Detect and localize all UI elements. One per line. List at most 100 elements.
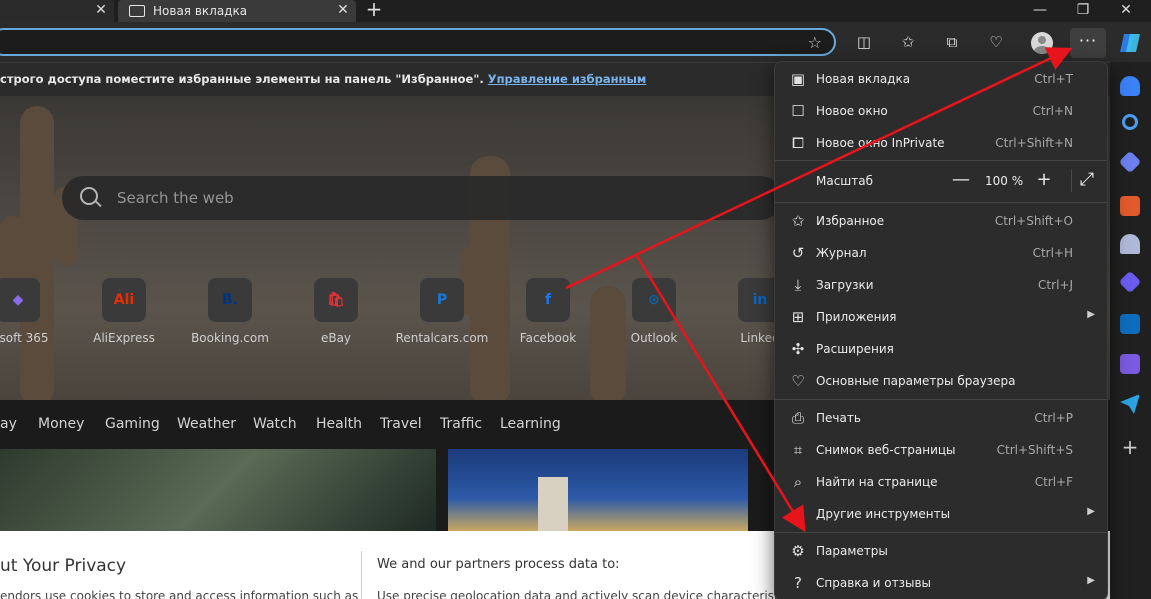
favorites-bar-hint: строго доступа поместите избранные элеме… — [0, 72, 484, 86]
news-tab-weather[interactable]: Weather — [177, 416, 236, 432]
tab-new-tab[interactable]: Новая вкладка ✕ — [118, 0, 356, 22]
submenu-chevron-icon: ▶ — [1087, 506, 1095, 517]
screenshot-icon: ⌗ — [793, 441, 803, 459]
edge-sidebar: + — [1110, 62, 1151, 599]
quick-link-aliexpress[interactable]: Ali AliExpress — [74, 278, 174, 345]
menu-item-find-on-page[interactable]: ⌕ Найти на странице Ctrl+F — [775, 466, 1107, 498]
quick-link-label: Rentalcars.com — [395, 331, 489, 345]
games-icon[interactable] — [1120, 234, 1140, 254]
news-tab-watch[interactable]: Watch — [253, 416, 297, 432]
news-tab-money[interactable]: Money — [38, 416, 84, 432]
close-tab-icon[interactable]: ✕ — [336, 2, 350, 18]
submenu-chevron-icon: ▶ — [1087, 309, 1095, 320]
manage-favorites-link[interactable]: Управление избранным — [488, 72, 647, 86]
search-icon[interactable] — [1122, 114, 1138, 130]
quick-link-rentalcars[interactable]: P Rentalcars.com — [392, 278, 492, 345]
quick-link-label: eBay — [320, 331, 352, 345]
toolbar: ☆ ◫ ✩ ⧉ ♡ ··· — [0, 22, 1151, 62]
quick-link-label: Facebook — [519, 331, 577, 345]
new-tab-icon: ▣ — [790, 70, 806, 88]
more-tools-icon — [789, 505, 807, 523]
quick-link-booking[interactable]: B. Booking.com — [180, 278, 280, 345]
profile-avatar[interactable] — [1031, 32, 1053, 54]
menu-item-web-capture[interactable]: ⌗ Снимок веб-страницы Ctrl+Shift+S — [775, 434, 1107, 466]
ebay-icon: 🛍 — [314, 278, 358, 322]
search-placeholder: Search the web — [117, 189, 234, 207]
microsoft365-icon: ◆ — [0, 278, 40, 322]
print-icon: ⎙ — [791, 409, 804, 427]
quick-link-label: Outlook — [630, 331, 678, 345]
split-screen-icon[interactable]: ◫ — [853, 31, 875, 53]
news-card[interactable] — [0, 449, 436, 531]
browser-essentials-icon[interactable]: ♡ — [985, 31, 1007, 53]
outlook-icon: ⊙ — [632, 278, 676, 322]
news-tab-travel[interactable]: Travel — [380, 416, 422, 432]
menu-item-help-and-feedback[interactable]: ? Справка и отзывы ▶ — [775, 567, 1107, 599]
collections-icon[interactable]: ⧉ — [941, 31, 963, 53]
tab-favicon-icon — [129, 5, 145, 17]
help-icon: ? — [794, 574, 802, 592]
new-tab-button[interactable]: + — [364, 0, 384, 20]
news-card[interactable] — [448, 449, 748, 531]
web-search-box[interactable]: Search the web — [62, 176, 782, 220]
quick-link-ebay[interactable]: 🛍 eBay — [286, 278, 386, 345]
shopping-tag-icon[interactable] — [1118, 150, 1142, 174]
facebook-icon: f — [526, 278, 570, 322]
menu-item-new-inprivate-window[interactable]: ⧠ Новое окно InPrivate Ctrl+Shift+N — [775, 127, 1107, 159]
quick-link-microsoft365[interactable]: ◆ rosoft 365 — [0, 278, 68, 345]
privacy-title: ut Your Privacy — [0, 556, 127, 576]
browser-essentials-icon: ♡ — [791, 372, 805, 390]
tab-previous[interactable]: ✕ — [0, 0, 114, 22]
add-favorite-star-icon[interactable]: ☆ — [808, 33, 822, 52]
tools-icon[interactable] — [1120, 196, 1140, 216]
news-tab-traffic[interactable]: Traffic — [440, 416, 482, 432]
booking-icon: B. — [208, 278, 252, 322]
menu-item-downloads[interactable]: ⤓ Загрузки Ctrl+J — [775, 269, 1107, 301]
menu-item-print[interactable]: ⎙ Печать Ctrl+P — [775, 402, 1107, 434]
new-window-icon: ☐ — [791, 102, 805, 120]
apps-icon: ⊞ — [791, 308, 805, 326]
news-tab-learning[interactable]: Learning — [500, 416, 561, 432]
settings-and-more-button[interactable]: ··· — [1070, 28, 1106, 58]
quick-link-label: Booking.com — [191, 331, 269, 345]
tab-title: Новая вкладка — [153, 4, 248, 18]
zoom-in-button[interactable]: + — [1031, 169, 1057, 193]
add-sidebar-app-icon[interactable]: + — [1120, 437, 1140, 458]
quick-link-facebook[interactable]: f Facebook — [498, 278, 598, 345]
maximize-button[interactable]: ❐ — [1069, 0, 1097, 20]
quick-link-outlook[interactable]: ⊙ Outlook — [604, 278, 704, 345]
zoom-level: 100 % — [985, 174, 1024, 188]
news-tab-gaming[interactable]: Gaming — [105, 416, 160, 432]
zoom-out-button[interactable]: — — [948, 169, 974, 193]
menu-item-apps[interactable]: ⊞ Приложения ▶ — [775, 301, 1107, 333]
close-window-button[interactable]: ✕ — [1112, 0, 1140, 20]
favorites-icon: ✩ — [791, 212, 805, 230]
menu-item-new-tab[interactable]: ▣ Новая вкладка Ctrl+T — [775, 63, 1107, 95]
favorites-icon[interactable]: ✩ — [897, 31, 919, 53]
news-tab-health[interactable]: Health — [316, 416, 362, 432]
privacy-purposes-text: Use precise geolocation data and activel… — [377, 589, 795, 599]
submenu-chevron-icon: ▶ — [1087, 575, 1095, 586]
close-tab-icon[interactable]: ✕ — [94, 2, 108, 18]
aliexpress-icon: Ali — [102, 278, 146, 322]
copilot-icon[interactable] — [1118, 30, 1144, 56]
menu-item-favorites[interactable]: ✩ Избранное Ctrl+Shift+O — [775, 205, 1107, 237]
privacy-text: endors use cookies to store and access i… — [0, 589, 359, 599]
outlook-icon[interactable] — [1120, 314, 1140, 334]
extensions-icon: ✣ — [791, 340, 805, 358]
notifications-bell-icon[interactable] — [1120, 76, 1140, 96]
drop-send-icon[interactable] — [1120, 394, 1140, 414]
menu-item-new-window[interactable]: ☐ Новое окно Ctrl+N — [775, 95, 1107, 127]
microsoft365-icon[interactable] — [1118, 270, 1142, 294]
menu-item-extensions[interactable]: ✣ Расширения — [775, 333, 1107, 365]
designer-icon[interactable] — [1120, 354, 1140, 374]
menu-item-history[interactable]: ↺ Журнал Ctrl+H — [775, 237, 1107, 269]
menu-item-browser-essentials[interactable]: ♡ Основные параметры браузера — [775, 365, 1107, 397]
settings-and-more-menu: ▣ Новая вкладка Ctrl+T ☐ Новое окно Ctrl… — [774, 61, 1108, 599]
menu-item-settings[interactable]: ⚙ Параметры — [775, 535, 1107, 567]
menu-item-more-tools[interactable]: Другие инструменты ▶ — [775, 498, 1107, 530]
minimize-button[interactable]: — — [1026, 0, 1054, 20]
address-bar[interactable]: ☆ — [0, 28, 836, 56]
news-tab[interactable]: ay — [0, 416, 17, 432]
fullscreen-button[interactable]: ⤢ — [1074, 169, 1100, 193]
